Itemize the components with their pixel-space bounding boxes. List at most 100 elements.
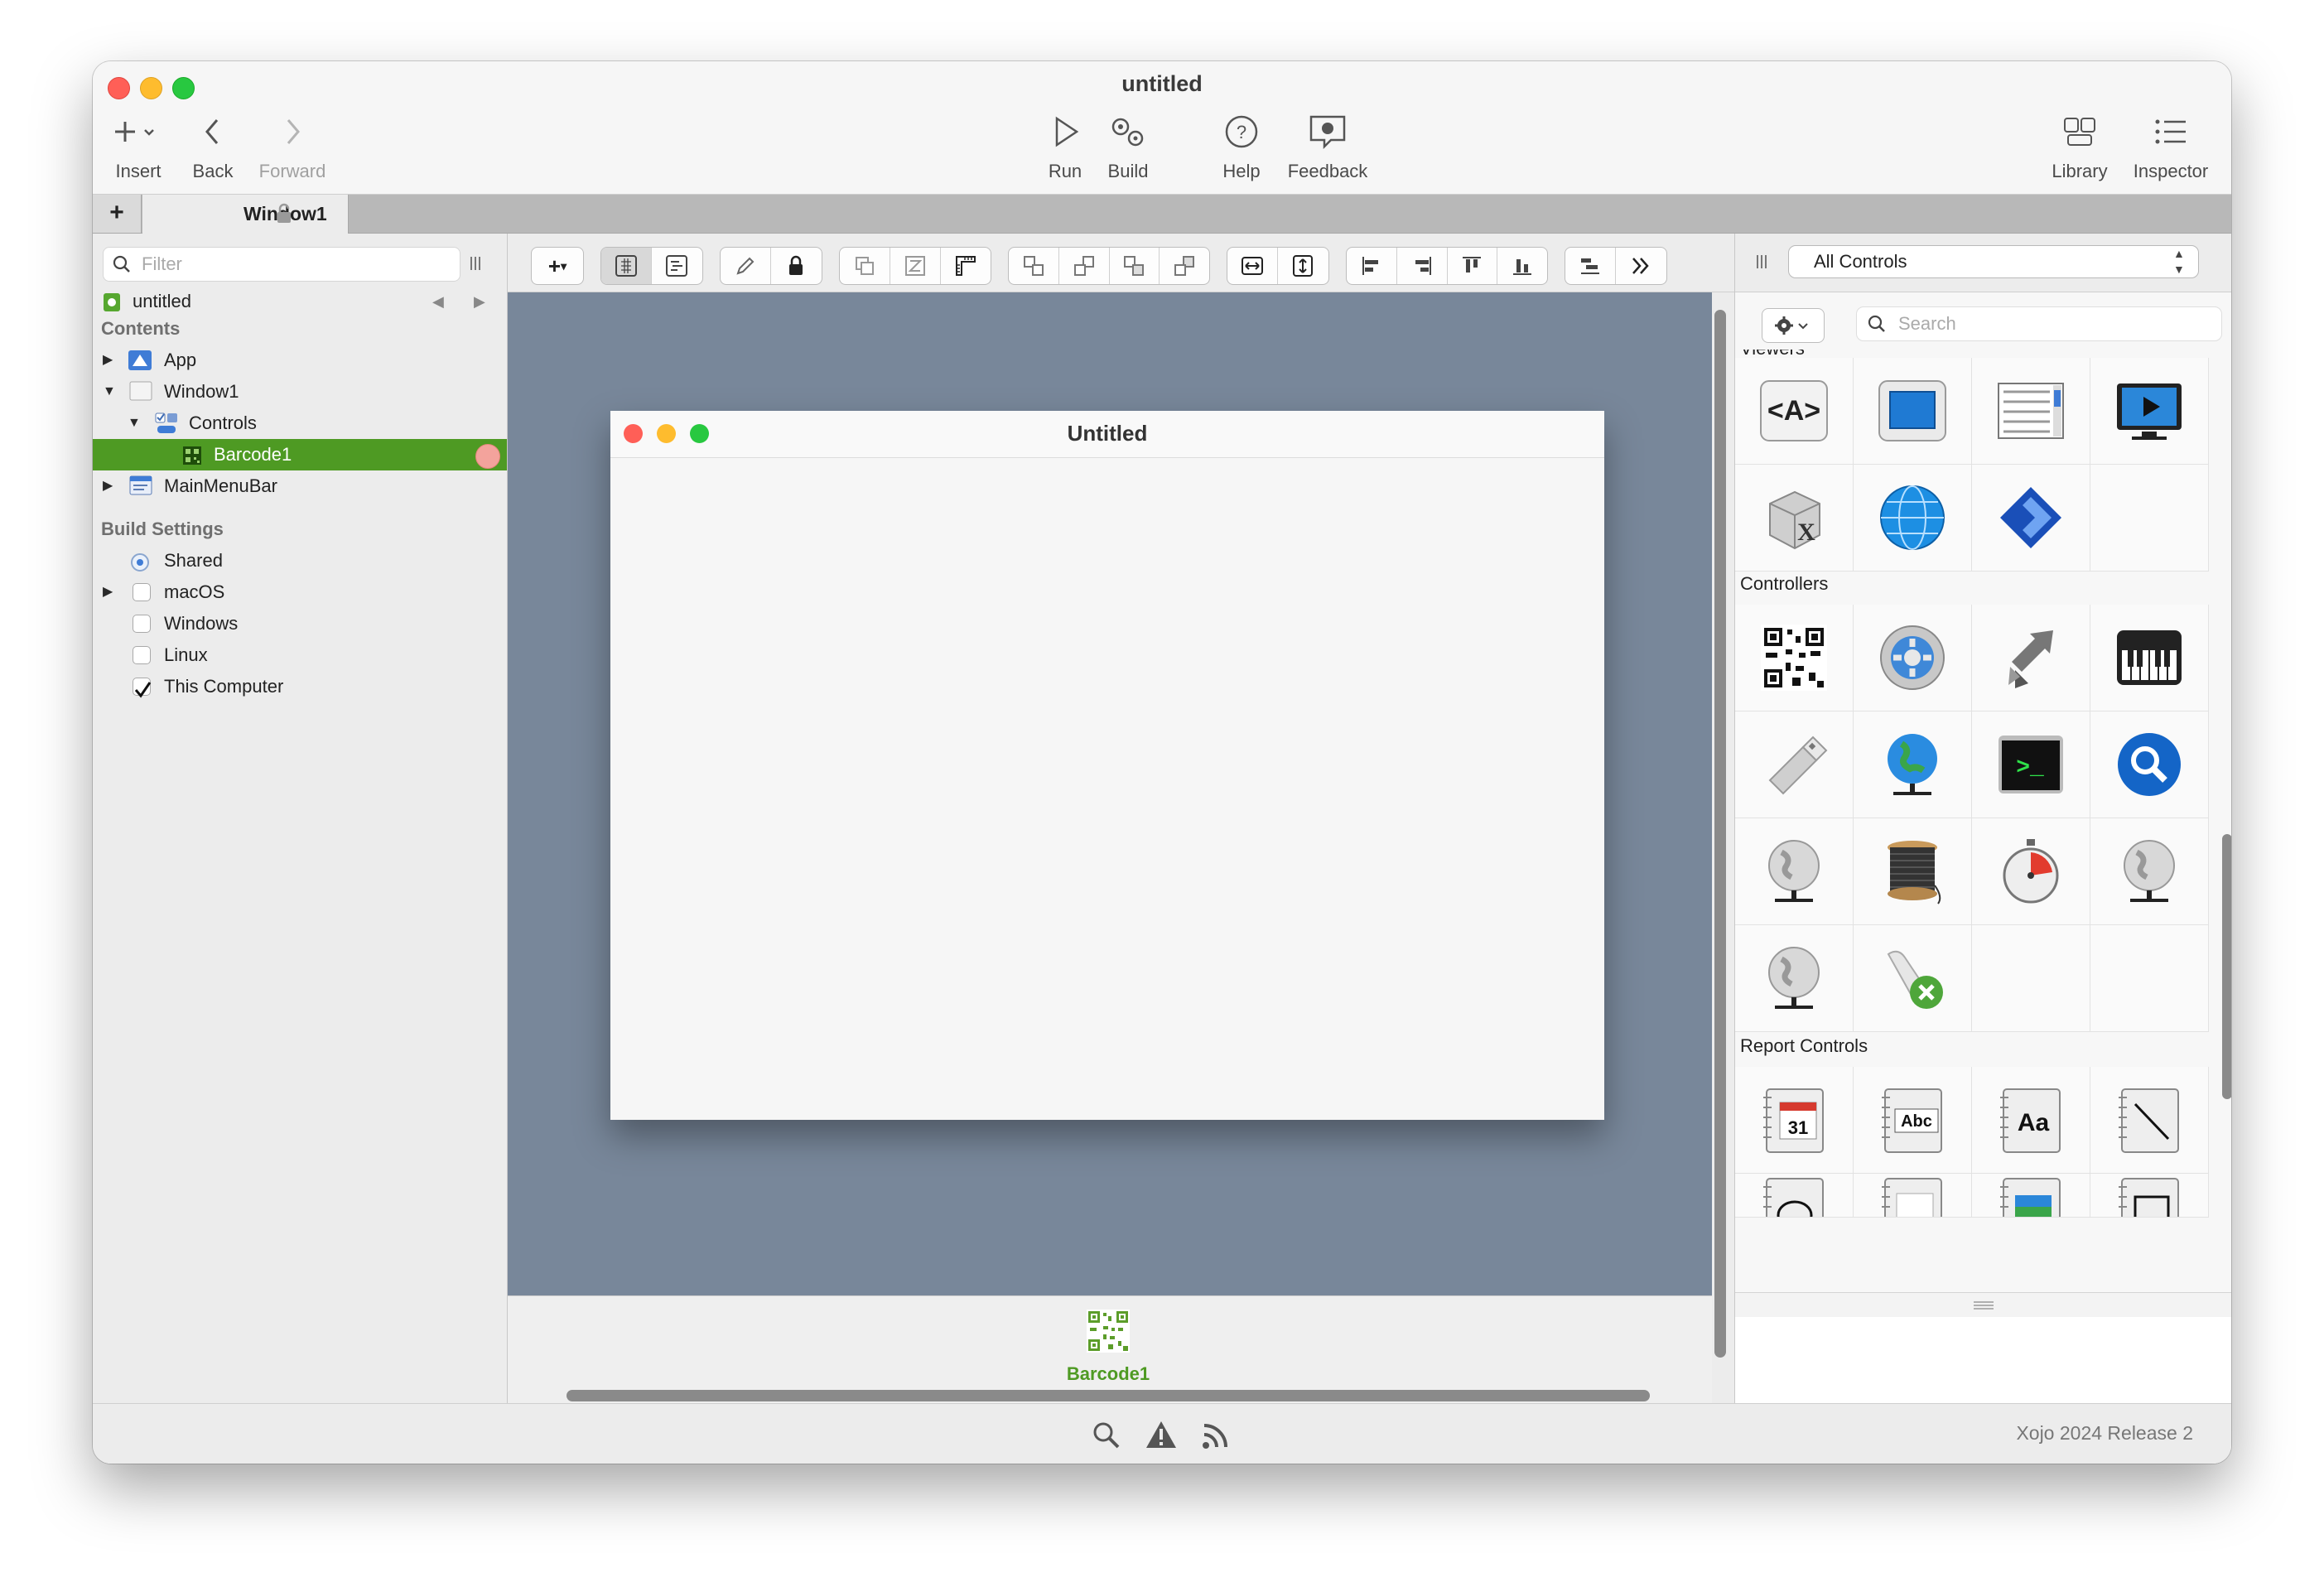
forward-button[interactable]: Forward — [247, 109, 338, 186]
build-shared[interactable]: Shared — [93, 545, 507, 576]
lib-item-report-oval[interactable] — [1735, 1174, 1854, 1218]
lib-item-report-rect[interactable] — [2090, 1174, 2209, 1218]
view-mode-segment[interactable] — [600, 247, 703, 285]
lib-item-xojo-plugin[interactable]: X — [1735, 465, 1854, 572]
arrange-segment[interactable] — [839, 247, 991, 285]
lock-icon[interactable] — [275, 203, 293, 224]
lib-item-ipc-socket[interactable] — [1735, 818, 1854, 925]
build-linux[interactable]: Linux — [93, 639, 507, 671]
library-search-field[interactable]: Search — [1856, 306, 2222, 341]
same-height-icon[interactable] — [1278, 248, 1328, 284]
align-top-icon[interactable] — [1448, 248, 1498, 284]
filter-field[interactable]: Filter — [103, 247, 460, 282]
size-segment[interactable] — [1227, 247, 1329, 285]
build-windows[interactable]: Windows — [93, 608, 507, 639]
windows-checkbox[interactable] — [133, 615, 151, 633]
help-button[interactable]: ? Help — [1196, 109, 1287, 186]
lib-item-udp-socket[interactable] — [1735, 925, 1854, 1032]
nav-back-arrow-icon[interactable]: ◀ — [432, 286, 444, 317]
build-button[interactable]: Build — [1082, 109, 1174, 186]
macos-checkbox[interactable] — [133, 583, 151, 601]
lib-item-web-viewer[interactable] — [1854, 465, 1972, 572]
disclosure-right-icon[interactable]: ▶ — [103, 576, 113, 608]
control-filter-popup[interactable]: All Controls ▲ ▼ — [1788, 245, 2199, 278]
lib-item-terminal[interactable]: >_ — [1972, 711, 2090, 818]
nav-item-barcode1[interactable]: Barcode1 — [93, 439, 507, 470]
ungroup-icon[interactable] — [1059, 248, 1110, 284]
lib-item-shell[interactable] — [1972, 605, 2090, 711]
lib-item-report-date[interactable]: 31 — [1735, 1067, 1854, 1174]
lib-item-report-label[interactable]: Aa — [1972, 1067, 2090, 1174]
lib-item-report-field[interactable]: Abc — [1854, 1067, 1972, 1174]
disclosure-right-icon[interactable]: ▶ — [103, 345, 113, 376]
group-icon[interactable] — [1009, 248, 1059, 284]
shelf-barcode1[interactable]: Barcode1 — [1054, 1310, 1162, 1385]
lib-item-serial[interactable] — [1735, 711, 1854, 818]
backward-order-icon[interactable] — [1160, 248, 1209, 284]
lib-item-movie-player[interactable] — [2090, 358, 2209, 465]
overflow-chevrons-icon[interactable] — [1616, 248, 1666, 284]
new-tab-button[interactable]: + — [93, 195, 142, 233]
library-scrollbar[interactable] — [2222, 834, 2231, 1099]
tab-window1[interactable]: Window1 — [142, 195, 349, 234]
warning-icon[interactable] — [1145, 1419, 1178, 1450]
lib-item-report-picture[interactable] — [1854, 1174, 1972, 1218]
column-handle-icon[interactable] — [467, 252, 484, 275]
build-macos[interactable]: ▶ macOS — [93, 576, 507, 608]
nav-item-mainmenubar[interactable]: ▶ MainMenuBar — [93, 470, 507, 502]
bring-front-icon[interactable] — [840, 248, 890, 284]
disclosure-down-icon[interactable]: ▼ — [128, 408, 141, 439]
library-button[interactable]: Library — [2034, 109, 2125, 186]
order-segment[interactable] — [1008, 247, 1210, 285]
column-handle-icon[interactable] — [1753, 250, 1770, 273]
pencil-icon[interactable] — [721, 248, 771, 284]
library-splitter[interactable] — [1735, 1292, 2231, 1319]
disclosure-right-icon[interactable]: ▶ — [103, 470, 113, 502]
lib-item-report-line[interactable] — [2090, 1067, 2209, 1174]
lib-item-listbox[interactable] — [1972, 358, 2090, 465]
forward-order-icon[interactable] — [1110, 248, 1160, 284]
nav-item-controls[interactable]: ▼ Controls — [93, 408, 507, 439]
nav-item-app[interactable]: ▶ App — [93, 345, 507, 376]
inspector-button[interactable]: Inspector — [2125, 109, 2216, 186]
nav-item-window1[interactable]: ▼ Window1 — [93, 376, 507, 408]
same-width-icon[interactable] — [1227, 248, 1278, 284]
align-segment[interactable] — [1346, 247, 1548, 285]
lib-item-network[interactable] — [1854, 711, 1972, 818]
lib-item-html-viewer[interactable]: <A> — [1735, 358, 1854, 465]
build-this-computer[interactable]: This Computer — [93, 671, 507, 702]
search-icon[interactable] — [1092, 1421, 1121, 1450]
lib-item-midi[interactable] — [2090, 605, 2209, 711]
canvas-vertical-scrollbar[interactable] — [1714, 310, 1726, 1358]
this-computer-checkbox[interactable] — [133, 678, 152, 698]
lib-item-barcode[interactable] — [1735, 605, 1854, 711]
distribute-icon[interactable] — [1565, 248, 1616, 284]
back-button[interactable]: Back — [167, 109, 258, 186]
edit-lock-segment[interactable] — [720, 247, 822, 285]
disclosure-down-icon[interactable]: ▼ — [103, 376, 116, 408]
rss-feed-icon[interactable] — [1201, 1421, 1231, 1450]
project-row[interactable]: untitled ◀ ▶ — [93, 286, 507, 317]
layout-view-icon[interactable] — [601, 248, 652, 284]
lib-item-tcp-socket[interactable] — [2090, 818, 2209, 925]
lib-item-xml[interactable] — [1854, 925, 1972, 1032]
ruler-icon[interactable] — [941, 248, 991, 284]
designed-window[interactable]: Untitled — [610, 411, 1604, 1120]
code-view-icon[interactable] — [652, 248, 702, 284]
nav-forward-arrow-icon[interactable]: ▶ — [474, 286, 485, 317]
align-right-icon[interactable] — [1397, 248, 1448, 284]
feedback-button[interactable]: Feedback — [1282, 109, 1373, 186]
lock-toggle-icon[interactable] — [771, 248, 821, 284]
horizontal-scrollbar[interactable] — [567, 1390, 1650, 1401]
lib-item-timer[interactable] — [1972, 818, 2090, 925]
lib-item-canvas[interactable] — [1854, 358, 1972, 465]
linux-checkbox[interactable] — [133, 646, 151, 664]
lib-item-thread[interactable] — [1854, 818, 1972, 925]
align-left-icon[interactable] — [1347, 248, 1397, 284]
lib-item-report-image[interactable] — [1972, 1174, 2090, 1218]
lib-item-spotlight[interactable] — [2090, 711, 2209, 818]
library-gear-button[interactable] — [1762, 308, 1825, 343]
align-bottom-icon[interactable] — [1497, 248, 1547, 284]
lib-item-desktop-xaml[interactable] — [1972, 465, 2090, 572]
more-segment[interactable] — [1565, 247, 1667, 285]
